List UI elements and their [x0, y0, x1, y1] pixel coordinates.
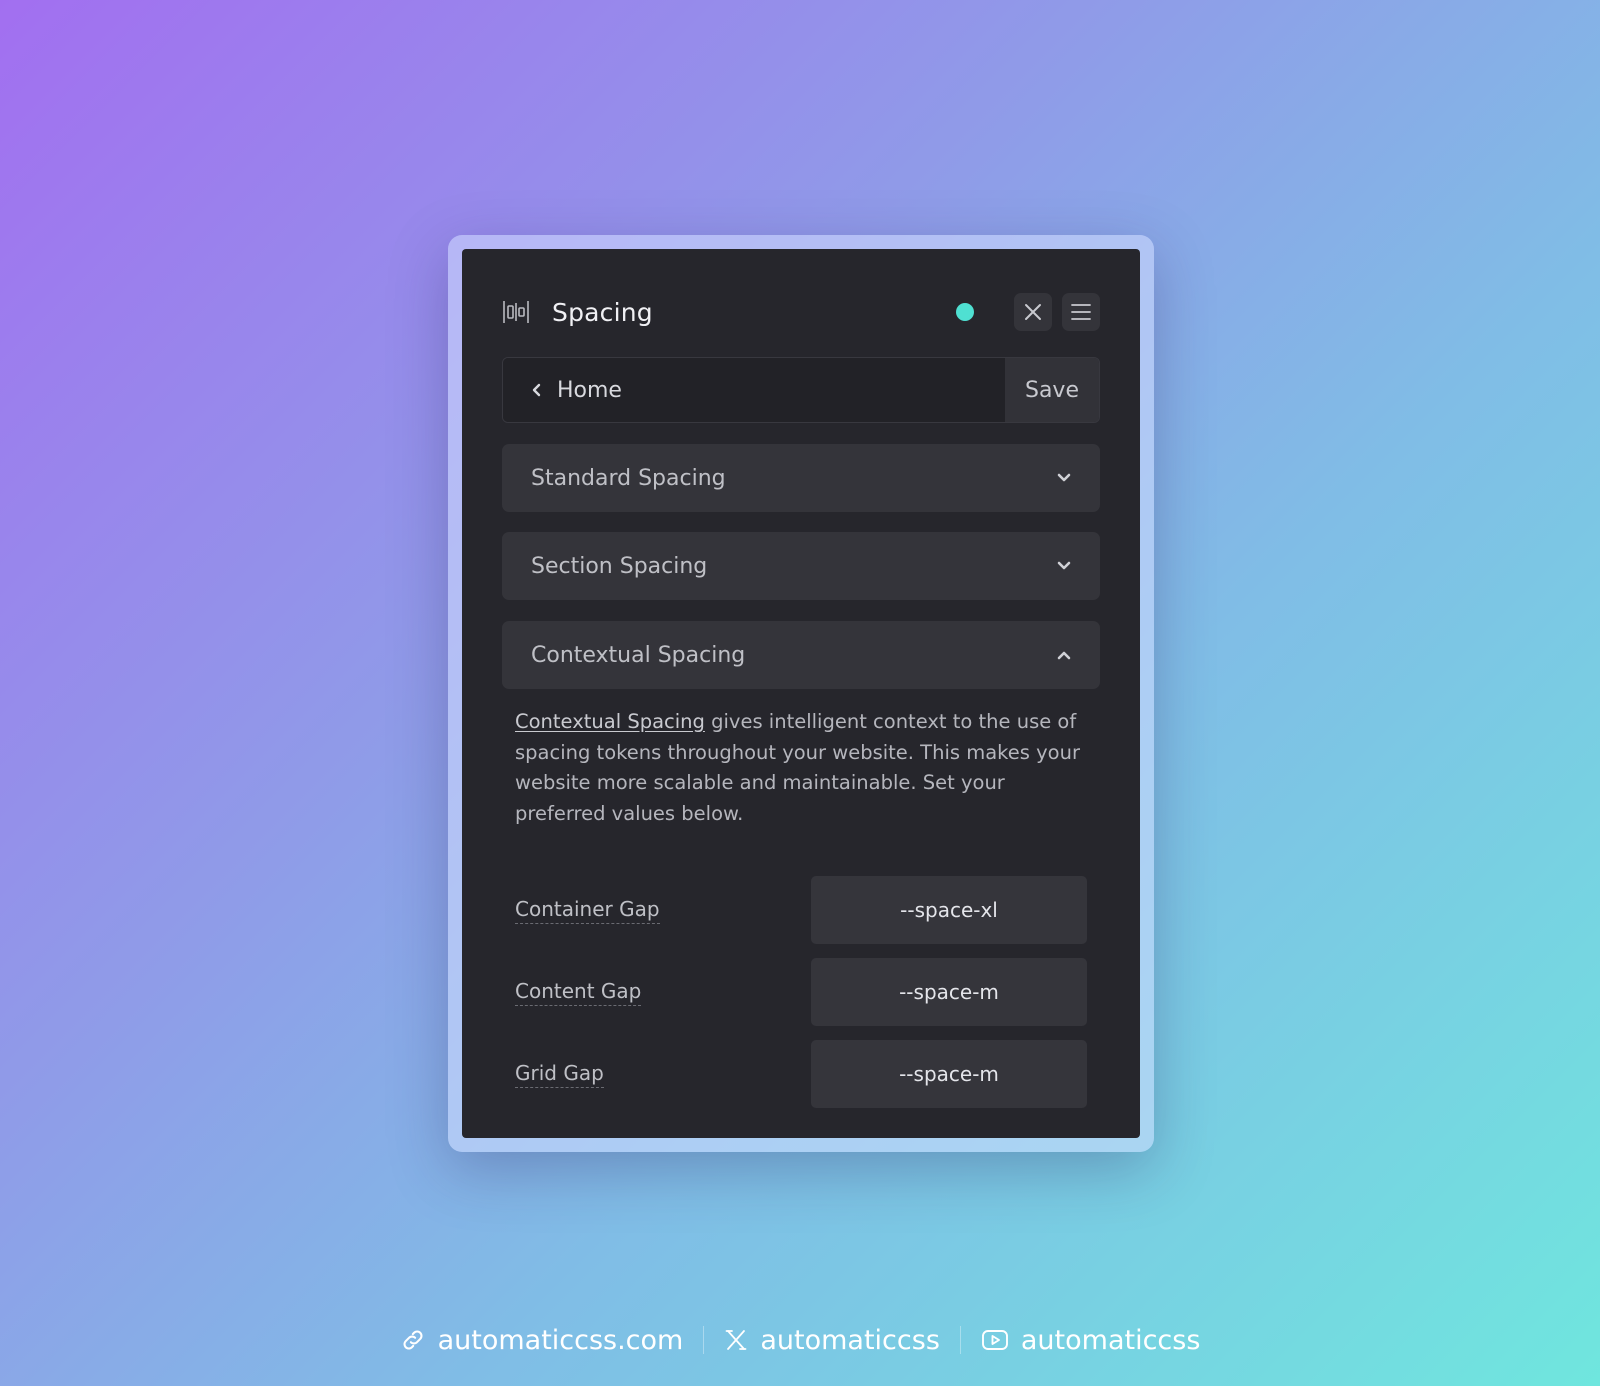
- link-icon: [400, 1327, 426, 1353]
- spacing-icon: [502, 298, 530, 326]
- panel-frame: Spacing Home Save Standard Spacing Secti…: [448, 235, 1154, 1152]
- panel-title: Spacing: [552, 297, 653, 327]
- footer-links: automaticcss.com automaticcss automaticc…: [0, 1318, 1600, 1362]
- accordion-label: Standard Spacing: [531, 465, 726, 491]
- contextual-spacing-doc-link[interactable]: Contextual Spacing: [515, 710, 705, 733]
- website-label: automaticcss.com: [437, 1324, 684, 1356]
- home-back-link[interactable]: Home: [503, 358, 1005, 422]
- chevron-down-icon: [1056, 560, 1072, 572]
- chevron-up-icon: [1056, 649, 1072, 661]
- x-logo-icon: [724, 1328, 748, 1352]
- field-label: Grid Gap: [515, 1061, 604, 1088]
- nav-bar: Home Save: [502, 357, 1100, 423]
- spacing-panel: Spacing Home Save Standard Spacing Secti…: [462, 249, 1140, 1138]
- field-label: Container Gap: [515, 897, 660, 924]
- container-gap-input[interactable]: [811, 876, 1087, 944]
- close-button[interactable]: [1014, 293, 1052, 331]
- footer-divider: [703, 1326, 705, 1354]
- grid-gap-input[interactable]: [811, 1040, 1087, 1108]
- accordion-standard-spacing[interactable]: Standard Spacing: [502, 444, 1100, 512]
- website-link[interactable]: automaticcss.com: [400, 1324, 684, 1356]
- accordion-contextual-spacing[interactable]: Contextual Spacing: [502, 621, 1100, 689]
- field-row-grid-gap: Grid Gap: [515, 1040, 1087, 1108]
- contextual-spacing-description: Contextual Spacing gives intelligent con…: [515, 707, 1090, 829]
- youtube-handle-label: automaticcss: [1020, 1324, 1201, 1356]
- chevron-down-icon: [1056, 472, 1072, 484]
- menu-button[interactable]: [1062, 293, 1100, 331]
- x-handle-label: automaticcss: [760, 1324, 940, 1356]
- field-row-container-gap: Container Gap: [515, 876, 1087, 944]
- save-button[interactable]: Save: [1005, 358, 1099, 422]
- youtube-link[interactable]: automaticcss: [981, 1324, 1201, 1356]
- status-indicator: [956, 303, 974, 321]
- youtube-icon: [981, 1328, 1009, 1352]
- footer-divider: [959, 1326, 961, 1354]
- hamburger-menu-icon: [1071, 304, 1091, 320]
- chevron-left-icon: [531, 382, 543, 398]
- close-icon: [1025, 304, 1041, 320]
- content-gap-input[interactable]: [811, 958, 1087, 1026]
- home-label: Home: [557, 377, 622, 403]
- field-row-content-gap: Content Gap: [515, 958, 1087, 1026]
- accordion-label: Section Spacing: [531, 553, 708, 579]
- accordion-label: Contextual Spacing: [531, 642, 746, 668]
- x-link[interactable]: automaticcss: [724, 1325, 940, 1356]
- accordion-section-spacing[interactable]: Section Spacing: [502, 532, 1100, 600]
- panel-header: Spacing: [502, 289, 1100, 335]
- field-label: Content Gap: [515, 979, 642, 1006]
